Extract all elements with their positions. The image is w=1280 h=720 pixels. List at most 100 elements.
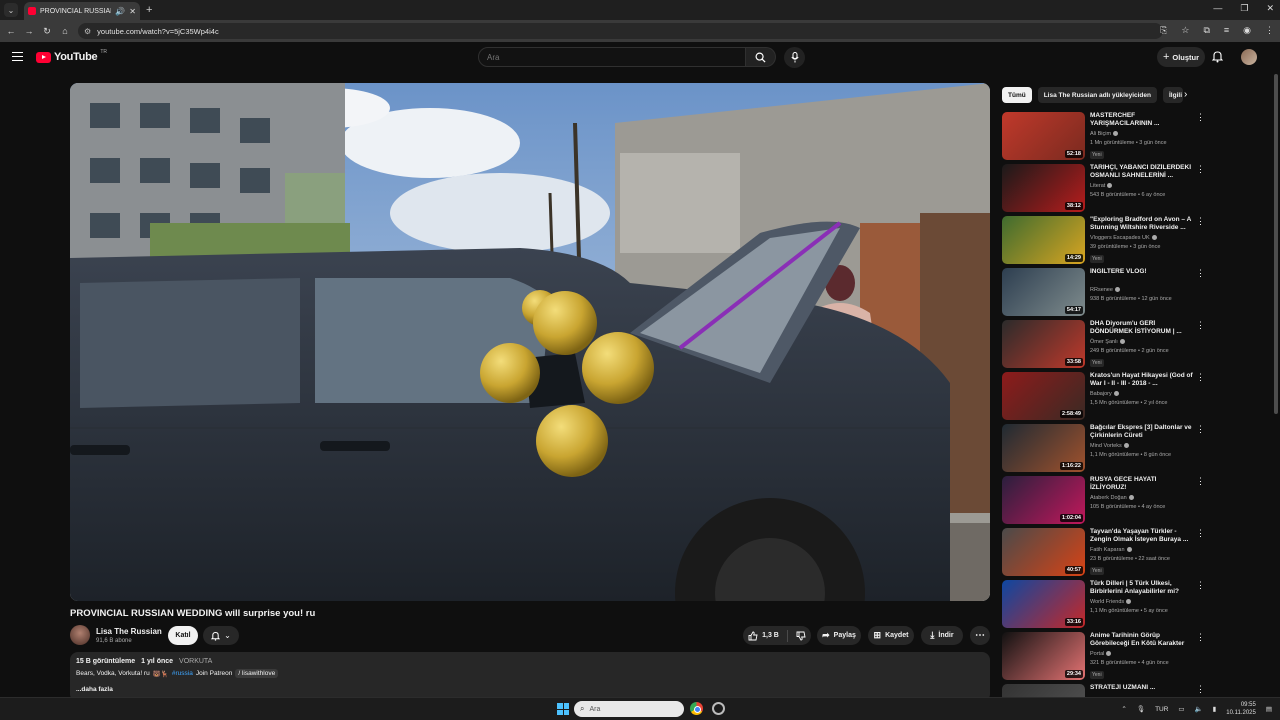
- recommendation-menu-icon[interactable]: ⋮: [1196, 476, 1205, 487]
- clock[interactable]: 09:55 10.11.2025: [1226, 701, 1256, 717]
- video-thumbnail[interactable]: 14:29: [1002, 216, 1085, 264]
- home-icon[interactable]: ⌂: [56, 26, 74, 36]
- recommendation-channel[interactable]: Ali Biçim: [1090, 131, 1119, 137]
- recommendation-title[interactable]: MASTERCHEF YARIŞMACILARININ ...: [1090, 112, 1194, 128]
- like-count[interactable]: 1,3 B: [762, 632, 779, 639]
- recommendation-channel[interactable]: Vloggers Escapades UK: [1090, 235, 1157, 241]
- video-thumbnail[interactable]: 1:02:04: [1002, 476, 1085, 524]
- recommendation-menu-icon[interactable]: ⋮: [1196, 372, 1205, 383]
- maximize-icon[interactable]: ❐: [1240, 3, 1248, 14]
- browser-menu-icon[interactable]: ⋮: [1265, 25, 1274, 36]
- close-tab-icon[interactable]: ✕: [129, 7, 136, 16]
- description-box[interactable]: 15 B görüntüleme 1 yıl önce VORKUTA Bear…: [70, 652, 990, 702]
- recommendation-menu-icon[interactable]: ⋮: [1196, 580, 1205, 591]
- chip-all[interactable]: Tümü: [1002, 87, 1032, 103]
- language-indicator[interactable]: TUR: [1155, 706, 1168, 713]
- share-button[interactable]: ➦ Paylaş: [817, 626, 861, 645]
- voice-search-button[interactable]: [784, 47, 805, 68]
- scrollbar-thumb[interactable]: [1274, 74, 1278, 414]
- recommendation-menu-icon[interactable]: ⋮: [1196, 112, 1205, 123]
- create-button[interactable]: + Oluştur: [1157, 47, 1205, 67]
- recommendation-item[interactable]: 33:16 Türk Dilleri | 5 Türk Ülkesi, Birbi…: [1002, 580, 1208, 630]
- recommendation-channel[interactable]: Mind Vorteks: [1090, 443, 1129, 449]
- extensions-icon[interactable]: ⧉: [1203, 25, 1209, 36]
- recommendation-title[interactable]: RUSYA GECE HAYATI İZLİYORUZ!: [1090, 476, 1194, 492]
- search-box[interactable]: [478, 47, 746, 67]
- audio-icon[interactable]: 🔊: [115, 7, 125, 16]
- chevron-up-icon[interactable]: ⌃: [1121, 705, 1126, 713]
- recommendation-title[interactable]: Bağcılar Ekspres [3] Daltonlar ve Çirkin…: [1090, 424, 1194, 440]
- taskbar-search[interactable]: ⌕ Ara: [574, 701, 684, 717]
- recommendation-title[interactable]: TARİHÇİ, YABANCI DİZİLERDEKİ OSMANLI SAH…: [1090, 164, 1194, 180]
- windows-start-icon[interactable]: [557, 703, 569, 715]
- dislike-icon[interactable]: [796, 631, 806, 641]
- video-thumbnail[interactable]: 38:12: [1002, 164, 1085, 212]
- media-icon[interactable]: ≡: [1224, 25, 1229, 36]
- recommendation-title[interactable]: Tayvan'da Yaşayan Türkler - Zengin Olmak…: [1090, 528, 1194, 544]
- url-field[interactable]: ⚙ youtube.com/watch?v=5jC35Wp4i4c: [78, 23, 1163, 39]
- recommendation-channel[interactable]: Literat: [1090, 183, 1113, 189]
- menu-hamburger-icon[interactable]: [12, 52, 23, 61]
- mic-tray-icon[interactable]: 🎙: [1137, 705, 1145, 713]
- recommendation-title[interactable]: DHA Diyorum'u GERİ DÖNDÜRMEK İSTİYORUM |…: [1090, 320, 1194, 336]
- video-thumbnail[interactable]: 2:58:49: [1002, 372, 1085, 420]
- notification-preference-button[interactable]: ⌄: [203, 626, 239, 645]
- recommendation-channel[interactable]: Ataberk Doğan: [1090, 495, 1134, 501]
- recommendation-menu-icon[interactable]: ⋮: [1196, 632, 1205, 643]
- bookmark-star-icon[interactable]: ☆: [1181, 25, 1189, 36]
- recommendation-channel[interactable]: World Friends: [1090, 599, 1132, 605]
- search-button[interactable]: [746, 47, 776, 67]
- recommendation-title[interactable]: Kratos'un Hayat Hikayesi (God of War I -…: [1090, 372, 1194, 388]
- recommendation-menu-icon[interactable]: ⋮: [1196, 528, 1205, 539]
- recommendation-title[interactable]: STRATEJİ UZMANI ...: [1090, 684, 1194, 692]
- video-thumbnail[interactable]: 1:16:22: [1002, 424, 1085, 472]
- recommendation-menu-icon[interactable]: ⋮: [1196, 268, 1205, 279]
- notifications-tray-icon[interactable]: ▤: [1266, 705, 1272, 713]
- recommendation-item[interactable]: 14:29 "Exploring Bradford on Avon – A Stu…: [1002, 216, 1208, 266]
- battery-icon[interactable]: ▮: [1213, 705, 1217, 713]
- external-link-chip[interactable]: / lisawithlove: [235, 669, 279, 678]
- back-icon[interactable]: ←: [2, 26, 20, 36]
- minimize-icon[interactable]: —: [1213, 3, 1222, 14]
- video-thumbnail[interactable]: 54:17: [1002, 268, 1085, 316]
- channel-name[interactable]: Lisa The Russian: [96, 627, 162, 636]
- reload-icon[interactable]: ↻: [38, 26, 56, 37]
- recommendation-channel[interactable]: RRsenee: [1090, 287, 1120, 293]
- recommendation-item[interactable]: 38:12 TARİHÇİ, YABANCI DİZİLERDEKİ OSMANL…: [1002, 164, 1208, 214]
- recommendation-menu-icon[interactable]: ⋮: [1196, 164, 1205, 175]
- recommendation-title[interactable]: Anime Tarihinin Görüp Görebileceği En Kö…: [1090, 632, 1194, 648]
- like-icon[interactable]: [748, 631, 758, 641]
- recommendation-item[interactable]: 29:34 Anime Tarihinin Görüp Görebileceği …: [1002, 632, 1208, 682]
- channel-avatar[interactable]: [70, 625, 90, 645]
- recommendation-item[interactable]: 54:17 İNGİLTERE VLOG! RRsenee 938 B görüntü…: [1002, 268, 1208, 318]
- search-input[interactable]: [479, 48, 745, 66]
- recommendation-title[interactable]: Türk Dilleri | 5 Türk Ülkesi, Birbirleri…: [1090, 580, 1194, 596]
- taskbar-app-icon[interactable]: [712, 702, 725, 715]
- recommendation-channel[interactable]: Fatih Kaparan: [1090, 547, 1132, 553]
- profile-icon[interactable]: ◉: [1243, 25, 1251, 36]
- video-thumbnail[interactable]: 33:58: [1002, 320, 1085, 368]
- download-button[interactable]: ⤓ İndir: [921, 626, 963, 645]
- join-button[interactable]: Katıl: [168, 626, 198, 645]
- recommendation-item[interactable]: 2:58:49 Kratos'un Hayat Hikayesi (God of …: [1002, 372, 1208, 422]
- account-avatar[interactable]: [1241, 49, 1257, 65]
- recommendation-item[interactable]: 40:57 Tayvan'da Yaşayan Türkler - Zengin …: [1002, 528, 1208, 578]
- recommendation-channel[interactable]: Ömer Şanlı: [1090, 339, 1125, 345]
- video-thumbnail[interactable]: 52:18: [1002, 112, 1085, 160]
- browser-tab[interactable]: PROVINCIAL RUSSIAN WEDDING... 🔊 ✕: [24, 2, 140, 20]
- video-player[interactable]: [70, 83, 990, 601]
- chevron-right-icon[interactable]: ›: [1184, 89, 1187, 100]
- hashtag-link[interactable]: #russia: [172, 670, 193, 677]
- video-thumbnail[interactable]: 29:34: [1002, 632, 1085, 680]
- tab-search-button[interactable]: ⌄: [4, 3, 18, 17]
- chrome-app-icon[interactable]: [690, 702, 703, 715]
- close-window-icon[interactable]: ✕: [1266, 3, 1274, 14]
- recommendation-item[interactable]: 1:16:22 Bağcılar Ekspres [3] Daltonlar ve…: [1002, 424, 1208, 474]
- chip-from-uploader[interactable]: Lisa The Russian adlı yükleyiciden: [1037, 87, 1157, 103]
- recommendation-channel[interactable]: Babajory: [1090, 391, 1119, 397]
- video-thumbnail[interactable]: 40:57: [1002, 528, 1085, 576]
- chip-related[interactable]: İlgili: [1163, 87, 1183, 103]
- recommendation-title[interactable]: "Exploring Bradford on Avon – A Stunning…: [1090, 216, 1194, 232]
- forward-icon[interactable]: →: [20, 26, 38, 36]
- description-tag[interactable]: VORKUTA: [179, 658, 212, 665]
